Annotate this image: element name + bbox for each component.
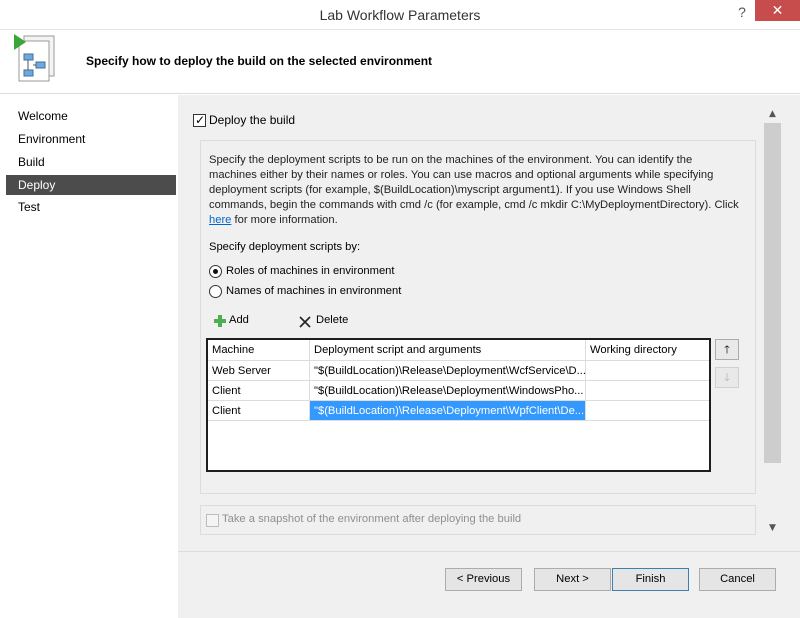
description-text: Specify the deployment scripts to be run… — [209, 154, 739, 211]
nav-item-build[interactable]: Build — [6, 152, 176, 172]
table-cell-working-directory[interactable] — [586, 401, 709, 421]
next-button[interactable]: Next > — [534, 568, 611, 591]
add-label: Add — [229, 314, 249, 326]
help-link[interactable]: here — [209, 214, 231, 226]
vertical-scrollbar[interactable]: ▲ ▼ — [764, 107, 781, 537]
specify-by-label: Specify deployment scripts by: — [209, 241, 361, 253]
title-bar: Lab Workflow Parameters ? ✕ — [0, 0, 800, 30]
table-cell-machine[interactable]: Web Server — [208, 361, 310, 381]
radio-roles[interactable] — [209, 265, 222, 278]
move-down-button[interactable]: 🡓 — [715, 367, 739, 388]
previous-button[interactable]: < Previous — [445, 568, 522, 591]
deploy-build-label: Deploy the build — [209, 113, 296, 127]
description-text-end: for more information. — [231, 214, 338, 226]
radio-roles-label: Roles of machines in environment — [226, 265, 395, 277]
nav-item-test[interactable]: Test — [6, 197, 176, 217]
delete-icon — [299, 316, 311, 328]
workflow-document-icon — [14, 34, 55, 82]
nav-item-welcome[interactable]: Welcome — [6, 106, 176, 126]
table-cell-working-directory[interactable] — [586, 361, 709, 381]
delete-label: Delete — [316, 314, 349, 326]
add-icon — [214, 315, 226, 327]
finish-button[interactable]: Finish — [612, 568, 689, 591]
help-button[interactable]: ? — [734, 4, 750, 20]
deployment-scripts-group: Specify the deployment scripts to be run… — [200, 140, 756, 494]
table-header: Machine Deployment script and arguments … — [208, 340, 709, 361]
column-header-machine[interactable]: Machine — [208, 340, 310, 361]
deploy-panel: Deploy the build Specify the deployment … — [178, 95, 800, 618]
window-title: Lab Workflow Parameters — [319, 7, 481, 23]
column-header-script[interactable]: Deployment script and arguments — [310, 340, 586, 361]
table-cell-working-directory[interactable] — [586, 381, 709, 401]
radio-names-label: Names of machines in environment — [226, 285, 402, 297]
snapshot-checkbox[interactable] — [206, 514, 219, 527]
nav-item-deploy[interactable]: Deploy — [6, 175, 176, 195]
wizard-nav: Welcome Environment Build Deploy Test — [0, 95, 178, 618]
wizard-header: Specify how to deploy the build on the s… — [0, 30, 800, 94]
table-cell-script[interactable]: "$(BuildLocation)\Release\Deployment\Wcf… — [310, 361, 586, 381]
snapshot-label: Take a snapshot of the environment after… — [222, 513, 522, 525]
table-cell-script-selected[interactable]: "$(BuildLocation)\Release\Deployment\Wpf… — [310, 401, 586, 421]
close-button[interactable]: ✕ — [755, 0, 800, 21]
move-up-button[interactable]: 🡑 — [715, 339, 739, 360]
table-cell-machine[interactable]: Client — [208, 381, 310, 401]
deployment-scripts-table[interactable]: Machine Deployment script and arguments … — [206, 338, 711, 472]
scroll-up-arrow-icon[interactable]: ▲ — [764, 107, 781, 121]
deployment-description: Specify the deployment scripts to be run… — [209, 153, 739, 228]
table-cell-script[interactable]: "$(BuildLocation)\Release\Deployment\Win… — [310, 381, 586, 401]
snapshot-group: Take a snapshot of the environment after… — [200, 505, 756, 535]
nav-item-environment[interactable]: Environment — [6, 129, 176, 149]
scroll-down-arrow-icon[interactable]: ▼ — [764, 521, 781, 535]
table-cell-machine[interactable]: Client — [208, 401, 310, 421]
header-text: Specify how to deploy the build on the s… — [86, 54, 433, 68]
deploy-build-checkbox[interactable] — [193, 113, 206, 127]
scrollbar-thumb[interactable] — [764, 123, 781, 463]
wizard-footer: < Previous Next > Finish Cancel — [178, 551, 800, 618]
column-header-working-directory[interactable]: Working directory — [586, 340, 709, 361]
cancel-button[interactable]: Cancel — [699, 568, 776, 591]
radio-names[interactable] — [209, 285, 222, 298]
